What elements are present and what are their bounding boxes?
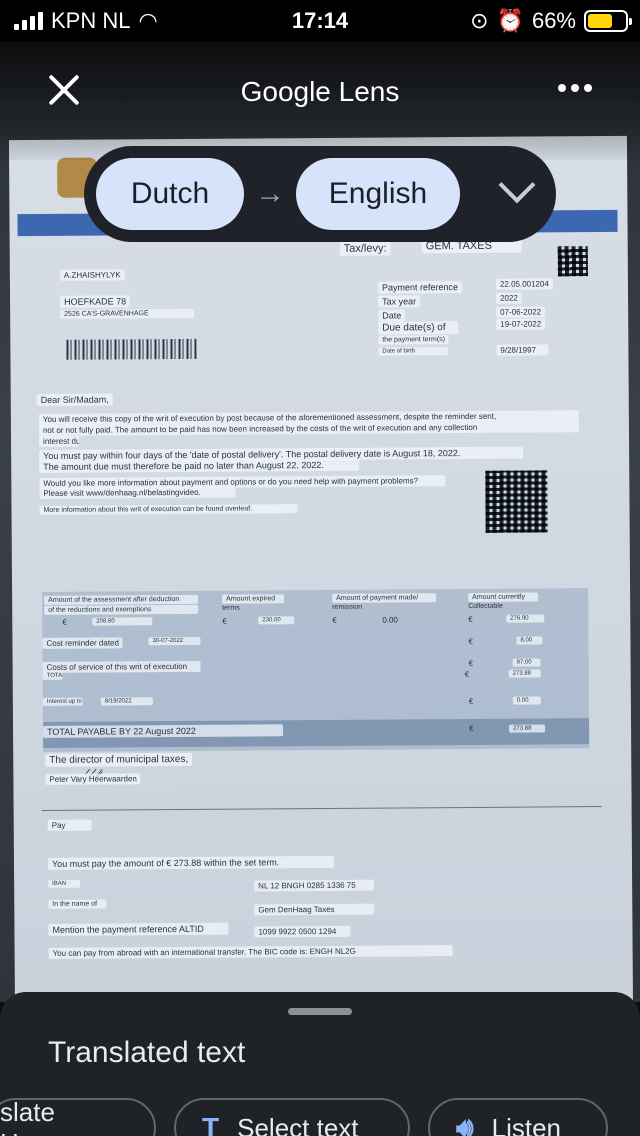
cost-reminder-label: Cost reminder dated (42, 637, 123, 649)
due-value: 19-07-2022 (496, 318, 546, 330)
sheet-title: Translated text (48, 1036, 246, 1069)
translate-home-chip[interactable]: slate Home (0, 1097, 156, 1136)
taxyear-label: Tax year (378, 295, 421, 308)
date-value: 07-06-2022 (496, 306, 546, 318)
language-selector: Dutch → English (84, 146, 556, 242)
euro-8: € (468, 696, 474, 706)
pay-amount-text: You must pay the amount of € 273.88 with… (47, 855, 335, 870)
col2-header: Amount expired (222, 594, 285, 604)
greeting: Dear Sir/Madam, (36, 393, 113, 406)
interest-date: 8/19/2022 (100, 697, 153, 706)
director-line: The director of municipal taxes, (45, 752, 193, 767)
mention-value: 1099 9922 0500 1294 (254, 925, 351, 938)
chip-label: Select text (237, 1112, 359, 1136)
cost-service-value: 97.00 (512, 658, 541, 667)
speaker-icon: 🔊︎ (456, 1111, 474, 1136)
taxlevy-label: Tax/levy: (339, 241, 391, 256)
total-payable-row: TOTAL PAYABLE BY 22 August 2022 € 273.88 (42, 718, 590, 748)
abroad-text: You can pay from abroad with an internat… (48, 945, 453, 959)
more-options-icon[interactable] (558, 84, 592, 92)
col3-header: Amount of payment made/ (332, 593, 437, 603)
qr-code (485, 470, 548, 533)
col4-header: Amount currently (468, 592, 539, 602)
source-language-button[interactable]: Dutch (96, 158, 244, 230)
value-1: 208.80 (92, 617, 153, 626)
pay-heading: Pay (47, 819, 92, 831)
col4-header-b: Collectable (468, 602, 503, 610)
lens-toolbar: Google Lens (0, 42, 640, 160)
euro-9: € (469, 723, 474, 733)
interest-value: 0.00 (512, 696, 541, 705)
euro-7: € (464, 669, 470, 679)
cost-reminder-date: 30-07-2022 (148, 636, 201, 646)
iban-value: NL 12 BNGH 0285 1336 75 (254, 879, 375, 892)
rotation-lock-icon: ⊙ (470, 8, 489, 33)
euro-6: € (468, 658, 474, 668)
barcode (66, 338, 197, 360)
paragraph-2b: The amount due must therefore be paid no… (39, 458, 360, 473)
euro-3: € (332, 615, 337, 625)
payref-value: 22.05.001204 (495, 278, 553, 290)
euro-4: € (468, 614, 473, 624)
paragraph-1b: not or not fully paid. The amount to be … (38, 421, 579, 436)
payref-label: Payment reference (377, 281, 463, 294)
cost-service-label: Costs of service of this writ of executi… (42, 660, 201, 673)
listen-chip[interactable]: 🔊︎ Listen (428, 1098, 608, 1136)
col1-header-b: of the reductions and exemptions (44, 604, 199, 615)
dob-value: 9/28/1997 (496, 344, 549, 356)
name-value: Gem DenHaag Taxes (254, 903, 375, 916)
addressee-city: 2526 CA'S-GRAVENHAGE (60, 308, 195, 319)
addressee-street: HOEFKADE 78 (60, 295, 131, 308)
due-label: Due date(s) of (378, 321, 459, 335)
col1-header: Amount of the assessment after deduction (44, 594, 199, 605)
taxyear-value: 2022 (496, 292, 522, 304)
col2-header-b: terms (222, 604, 240, 612)
arrow-right-icon: → (255, 177, 285, 210)
battery-icon (584, 10, 632, 32)
col3-header-b: remission (332, 603, 363, 611)
bottom-sheet[interactable]: Translated text slate Home T Select text… (0, 992, 640, 1136)
iban-label: IBAN (48, 879, 81, 888)
interest-label: Interest up to (42, 697, 83, 706)
drag-handle[interactable] (288, 1008, 352, 1015)
status-bar: KPN NL ◠ 17:14 ⊙ ⏰ 66% (0, 0, 640, 42)
addressee-name: A.ZHAISHYLYK (59, 269, 125, 281)
euro-1: € (62, 617, 67, 627)
alarm-icon: ⏰ (496, 8, 524, 33)
cost-reminder-value: 8.00 (516, 636, 543, 645)
name-label: In the name of (48, 899, 107, 909)
camera-view: Tax/levy: GEM. TAXES A.ZHAISHYLYK HOEFKA… (0, 42, 640, 1002)
value-2: 230.00 (258, 616, 295, 625)
payterm-label: the payment term(s) (378, 335, 449, 345)
target-language-button[interactable]: English (296, 158, 460, 230)
total-payable-label: TOTAL PAYABLE BY 22 August 2022 (43, 724, 284, 738)
total-value: 273.88 (508, 669, 541, 678)
dob-label: Date of birth (378, 347, 449, 356)
qr-code-small (557, 246, 588, 277)
scanned-document: Tax/levy: GEM. TAXES A.ZHAISHYLYK HOEFKA… (8, 135, 634, 1002)
status-right: ⊙ ⏰ 66% (470, 8, 632, 34)
paragraph-4: More information about this writ of exec… (39, 504, 298, 515)
value-4: 276.90 (506, 614, 545, 623)
total-label: TOTAL (42, 671, 63, 680)
select-text-chip[interactable]: T Select text (174, 1098, 410, 1136)
paragraph-1c: interest due. (39, 435, 80, 447)
lens-title: Google Lens (240, 76, 400, 107)
mention-label: Mention the payment reference ALTID (48, 922, 229, 936)
amounts-table: Amount of the assessment after deduction… (42, 588, 590, 752)
signer-name: Peter Vary Heerwaarden (45, 773, 141, 785)
battery-percent: 66% (531, 8, 576, 33)
chip-label: Listen (491, 1112, 562, 1136)
euro-2: € (222, 616, 227, 626)
paragraph-3b: Please visit www/denhaag.nl/belastingvid… (39, 486, 236, 499)
divider (41, 806, 602, 811)
date-label: Date (378, 309, 406, 322)
chip-label: slate Home (0, 1097, 69, 1136)
total-payable-value: 273.88 (509, 724, 546, 733)
euro-5: € (468, 636, 473, 646)
chevron-down-icon[interactable] (498, 166, 536, 204)
value-3: 0.00 (382, 615, 398, 625)
text-select-icon: T (202, 1112, 220, 1136)
